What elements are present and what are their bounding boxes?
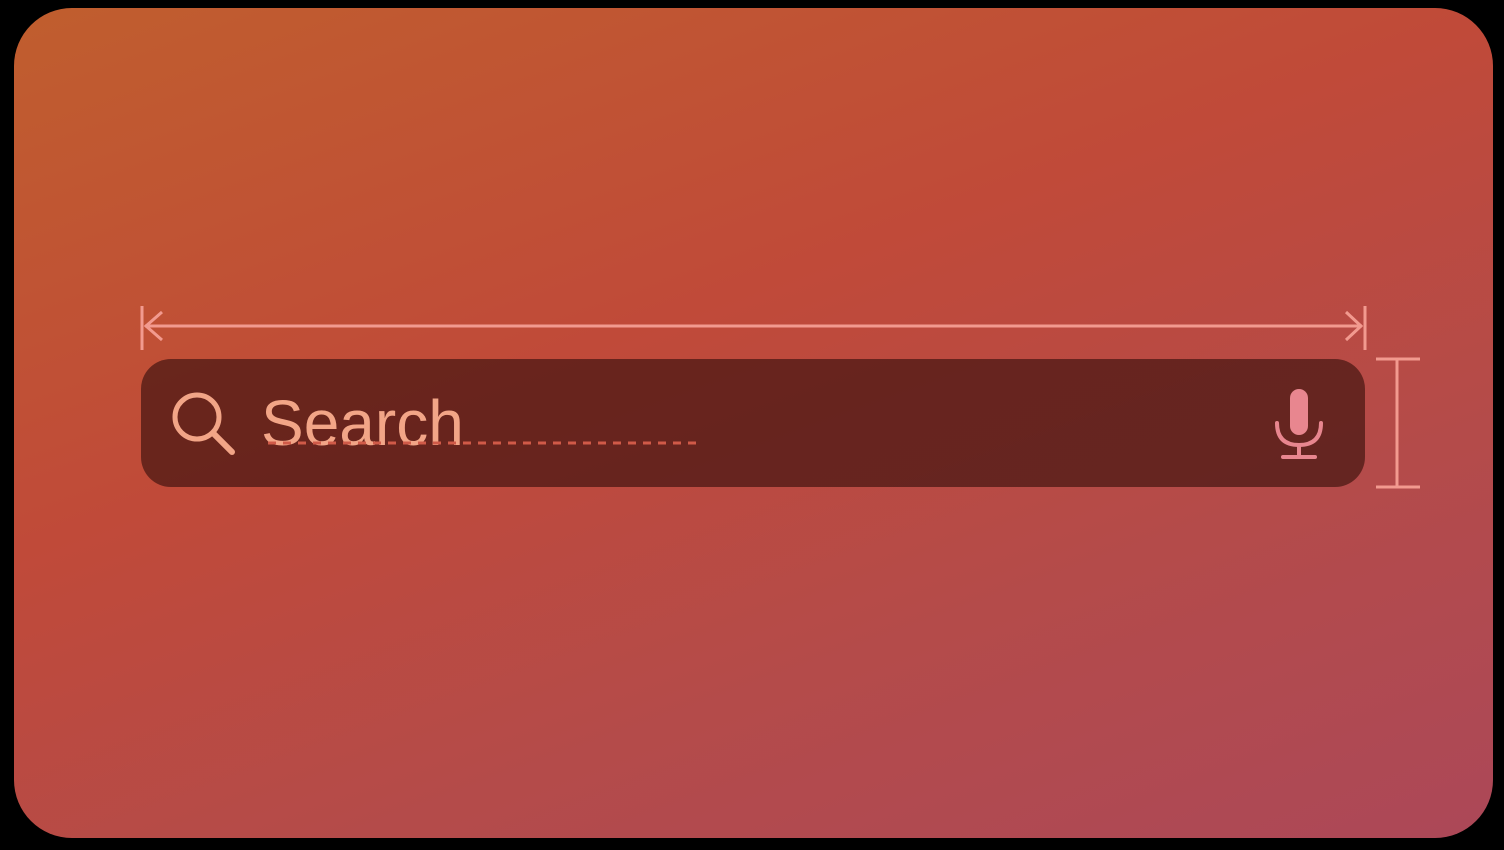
search-icon <box>172 392 235 455</box>
search-bar[interactable]: Search <box>141 359 1365 487</box>
height-dimension-guide <box>1376 357 1420 489</box>
search-input-placeholder[interactable]: Search <box>261 381 464 465</box>
mic-icon[interactable] <box>1269 387 1329 461</box>
text-baseline-guide <box>268 441 702 445</box>
background-card: Search <box>14 8 1493 838</box>
width-dimension-guide <box>140 306 1367 350</box>
